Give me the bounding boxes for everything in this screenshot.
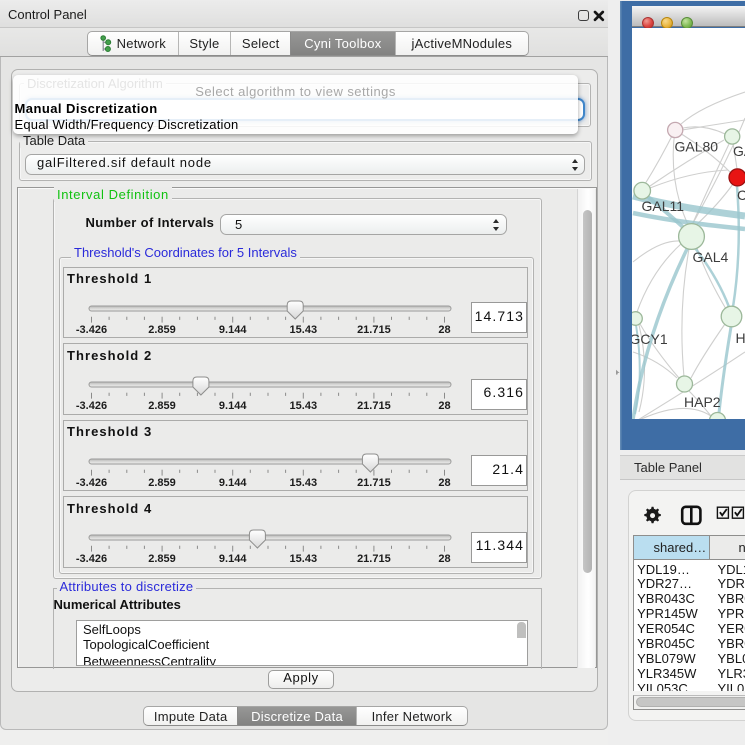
svg-text:HAP2: HAP2 [684,394,721,410]
svg-text:GA: GA [733,143,745,159]
svg-text:GAL11: GAL11 [642,198,685,214]
svg-text:GAL80: GAL80 [675,139,719,155]
svg-text:C: C [737,187,745,203]
svg-text:GCY1: GCY1 [632,331,668,347]
svg-text:H: H [736,330,745,346]
svg-text:GAL4: GAL4 [693,249,729,265]
